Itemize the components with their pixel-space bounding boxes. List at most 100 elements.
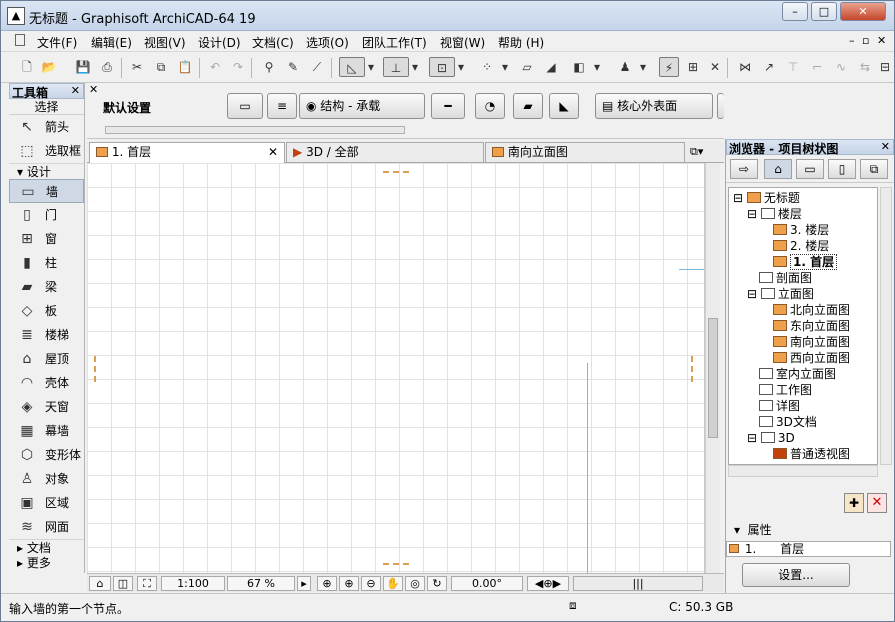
zoom-out-icon[interactable]: ⊖: [361, 576, 381, 591]
more-section-header[interactable]: ▸ 更多: [9, 555, 84, 571]
design-section-header[interactable]: ▾ 设计: [9, 163, 84, 179]
tree-item-3d[interactable]: ⊟ 3D: [747, 430, 795, 446]
paste-icon[interactable]: 📋: [175, 57, 195, 77]
tool-zone[interactable]: ▣ 区域: [9, 491, 84, 515]
save-icon[interactable]: 💾: [73, 57, 93, 77]
minimize-button[interactable]: –: [782, 2, 808, 21]
mdi-close-button[interactable]: ✕: [877, 34, 886, 47]
open-folder-icon[interactable]: 📂: [39, 57, 59, 77]
tree-item-stories[interactable]: ⊟ 楼层: [747, 206, 802, 222]
cut-icon[interactable]: ✂: [127, 57, 147, 77]
layout-book-icon[interactable]: ▯: [828, 159, 856, 179]
navigator-map-toggle-icon[interactable]: ⇨: [730, 159, 758, 179]
wall-profile-button[interactable]: ◣: [549, 93, 579, 119]
slanted-wall-button[interactable]: ▰: [513, 93, 543, 119]
floor-plan-canvas[interactable]: [87, 163, 705, 573]
tree-item-3d-documents[interactable]: 3D文档: [759, 414, 817, 430]
menu-window[interactable]: 视窗(W): [440, 34, 485, 51]
tree-item-story-3[interactable]: 3. 楼层: [773, 222, 829, 238]
tab-south-elevation[interactable]: 南向立面图: [485, 142, 685, 163]
close-toolbar-icon[interactable]: ✕: [705, 57, 725, 77]
menu-edit[interactable]: 编辑(E): [91, 34, 132, 51]
tool-slab[interactable]: ◇ 板: [9, 299, 84, 323]
fit-in-window-icon[interactable]: ⛶: [137, 576, 157, 591]
tool-arrow[interactable]: ↖ 箭头: [9, 115, 84, 139]
tree-item-worksheets[interactable]: 工作图: [759, 382, 812, 398]
reference-line-button[interactable]: ◔: [475, 93, 505, 119]
fillet-icon[interactable]: ⌐: [807, 57, 827, 77]
offset-icon[interactable]: ∿: [831, 57, 851, 77]
settings-button[interactable]: 设置...: [742, 563, 850, 587]
geometry-method-button[interactable]: ≡: [267, 93, 297, 119]
tool-door[interactable]: ▯ 门: [9, 203, 84, 227]
document-section-header[interactable]: ▸ 文档: [9, 539, 84, 555]
tree-item-story-1[interactable]: 1. 首层: [773, 254, 838, 270]
tree-item-north-elevation[interactable]: 北向立面图: [773, 302, 850, 318]
tab-3d[interactable]: ▶ 3D / 全部: [286, 142, 484, 163]
tool-stair[interactable]: ≣ 楼梯: [9, 323, 84, 347]
tree-item-east-elevation[interactable]: 东向立面图: [773, 318, 850, 334]
tree-item-interior-elevations[interactable]: 室内立面图: [759, 366, 836, 382]
scale-field[interactable]: 1:100: [161, 576, 225, 591]
zoom-in-area-icon[interactable]: ⊕: [317, 576, 337, 591]
layout-icon[interactable]: ⧈: [569, 598, 577, 613]
canvas-vertical-scrollbar[interactable]: [705, 163, 720, 573]
split-icon[interactable]: ⋈: [735, 57, 755, 77]
menu-teamwork[interactable]: 团队工作(T): [362, 34, 427, 51]
snap-guides-icon[interactable]: ⊥: [383, 57, 409, 77]
tree-item-south-elevation[interactable]: 南向立面图: [773, 334, 850, 350]
zoom-field[interactable]: 67 %: [227, 576, 295, 591]
layer-dropdown-icon[interactable]: ▾: [591, 57, 603, 77]
tool-skylight[interactable]: ◈ 天窗: [9, 395, 84, 419]
tool-marquee[interactable]: ⬚ 选取框: [9, 139, 84, 163]
structure-function-dropdown[interactable]: ◉ 结构 - 承载: [299, 93, 425, 119]
menu-file[interactable]: 文件(F): [37, 34, 77, 51]
menu-document[interactable]: 文档(C): [252, 34, 294, 51]
view-map-icon[interactable]: ▭: [796, 159, 824, 179]
magic-wand-icon[interactable]: ⚡: [659, 57, 679, 77]
project-tree-horizontal-scrollbar[interactable]: [728, 465, 878, 477]
menu-help[interactable]: 帮助 (H): [498, 34, 544, 51]
copy-icon[interactable]: ⧉: [151, 57, 171, 77]
pen-icon[interactable]: ♟: [615, 57, 635, 77]
zoom-in-icon[interactable]: ⊕: [339, 576, 359, 591]
tool-beam[interactable]: ▰ 梁: [9, 275, 84, 299]
snap-dropdown-icon[interactable]: ▾: [409, 57, 421, 77]
snap-points-dropdown-icon[interactable]: ▾: [499, 57, 511, 77]
layer-combination-icon[interactable]: ⌂: [89, 576, 111, 591]
new-file-icon[interactable]: 🗋: [17, 57, 37, 77]
project-map-icon[interactable]: ⌂: [764, 159, 792, 179]
pan-hand-icon[interactable]: ✋: [383, 576, 403, 591]
tree-item-story-2[interactable]: 2. 楼层: [773, 238, 829, 254]
publisher-sets-icon[interactable]: ⧉: [860, 159, 888, 179]
infobox-close-icon[interactable]: ✕: [89, 83, 98, 96]
tool-roof[interactable]: ⌂ 屋顶: [9, 347, 84, 371]
redo-icon[interactable]: ↷: [228, 57, 248, 77]
guide-lines-icon[interactable]: ◺: [339, 57, 365, 77]
delete-icon[interactable]: ✕: [867, 493, 887, 513]
intersect-icon[interactable]: ⊤: [783, 57, 803, 77]
grid-snap-dropdown-icon[interactable]: ▾: [455, 57, 467, 77]
tree-item-west-elevation[interactable]: 西向立面图: [773, 350, 850, 366]
tool-column[interactable]: ▮ 柱: [9, 251, 84, 275]
properties-row[interactable]: 1. 首层: [726, 541, 891, 557]
navigator-close-icon[interactable]: ✕: [881, 140, 890, 153]
tool-window[interactable]: ⊞ 窗: [9, 227, 84, 251]
infobox-overflow[interactable]: [717, 93, 724, 119]
tree-item-project[interactable]: ⊟ 无标题: [733, 190, 800, 206]
trace-reference-icon[interactable]: ◢: [541, 57, 561, 77]
tree-item-perspective[interactable]: 普通透视图: [773, 446, 850, 462]
project-tree[interactable]: ⊟ 无标题 ⊟ 楼层 3. 楼层 2. 楼层 1. 首层 剖面图 ⊟ 立面图 北…: [728, 187, 878, 465]
menu-view[interactable]: 视图(V): [144, 34, 186, 51]
tool-shell[interactable]: ◠ 壳体: [9, 371, 84, 395]
project-tree-vertical-scrollbar[interactable]: [880, 187, 892, 465]
tool-curtain-wall[interactable]: ▦ 幕墙: [9, 419, 84, 443]
fit-zoom-icon[interactable]: ◎: [405, 576, 425, 591]
tool-object[interactable]: ♙ 对象: [9, 467, 84, 491]
pen-dropdown-icon[interactable]: ▾: [637, 57, 649, 77]
tab-list-icon[interactable]: ⧉▾: [690, 145, 703, 159]
find-select-icon[interactable]: ⚲: [259, 57, 279, 77]
orientation-angle-field[interactable]: 0.00°: [451, 576, 523, 591]
infobox-scrollbar[interactable]: [105, 126, 405, 134]
close-window-button[interactable]: ✕: [840, 2, 886, 21]
